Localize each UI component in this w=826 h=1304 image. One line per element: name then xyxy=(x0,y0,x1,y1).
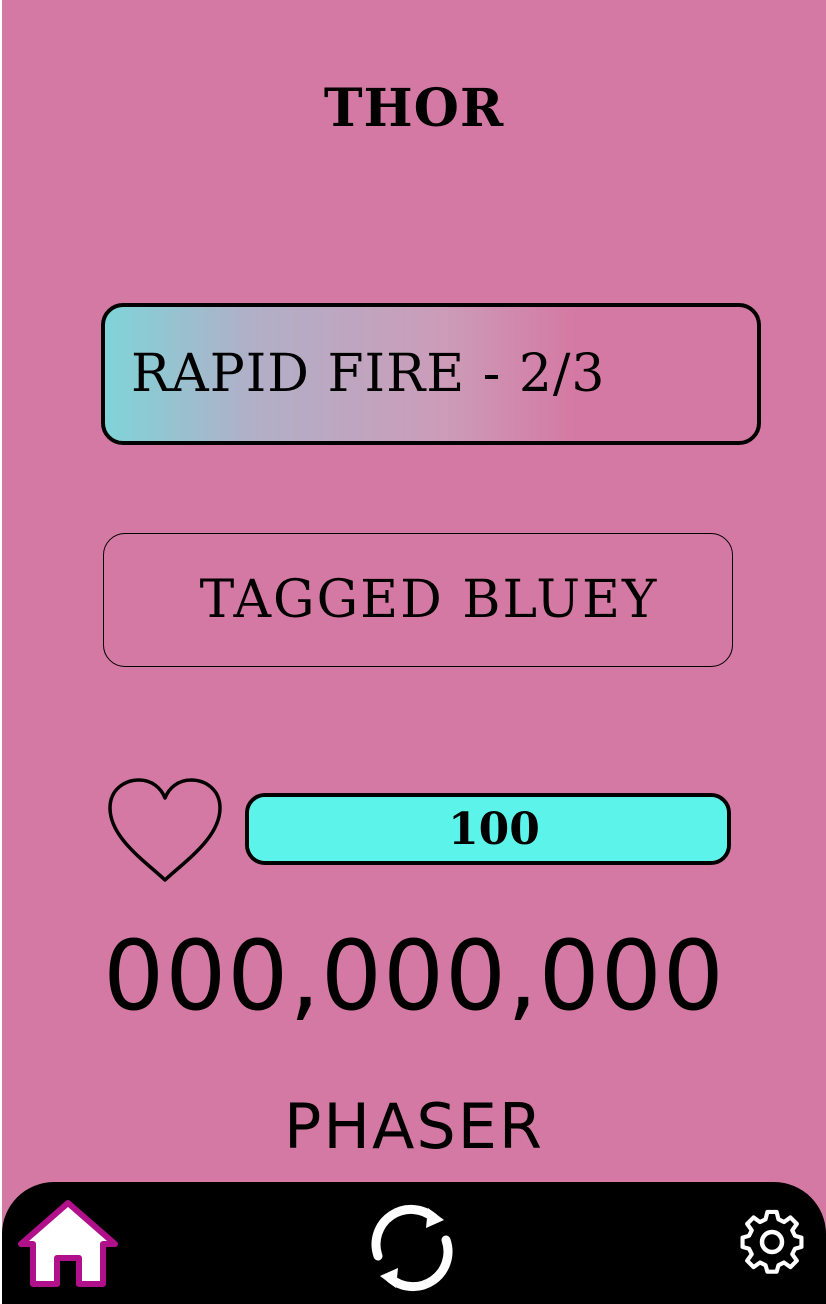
health-value: 100 xyxy=(448,803,540,855)
heart-icon xyxy=(106,776,224,884)
home-icon xyxy=(18,1200,118,1287)
score-counter: 000,000,000 xyxy=(103,920,725,1032)
status-message: TAGGED BLUEY xyxy=(199,570,659,630)
player-name: THOR xyxy=(323,78,505,139)
status-message-box: TAGGED BLUEY xyxy=(103,533,733,667)
ability-label: RAPID FIRE - 2/3 xyxy=(131,344,606,404)
refresh-button[interactable] xyxy=(364,1200,460,1296)
home-button[interactable] xyxy=(16,1198,120,1288)
ability-button[interactable]: RAPID FIRE - 2/3 xyxy=(101,303,761,445)
health-bar: 100 xyxy=(245,793,731,865)
gear-icon xyxy=(740,1209,804,1274)
game-screen: THOR RAPID FIRE - 2/3 TAGGED BLUEY 100 0… xyxy=(2,0,826,1304)
weapon-name: PHASER xyxy=(283,1090,545,1163)
settings-button[interactable] xyxy=(738,1208,806,1276)
refresh-icon xyxy=(371,1204,453,1292)
bottom-nav-bar xyxy=(2,1182,826,1304)
